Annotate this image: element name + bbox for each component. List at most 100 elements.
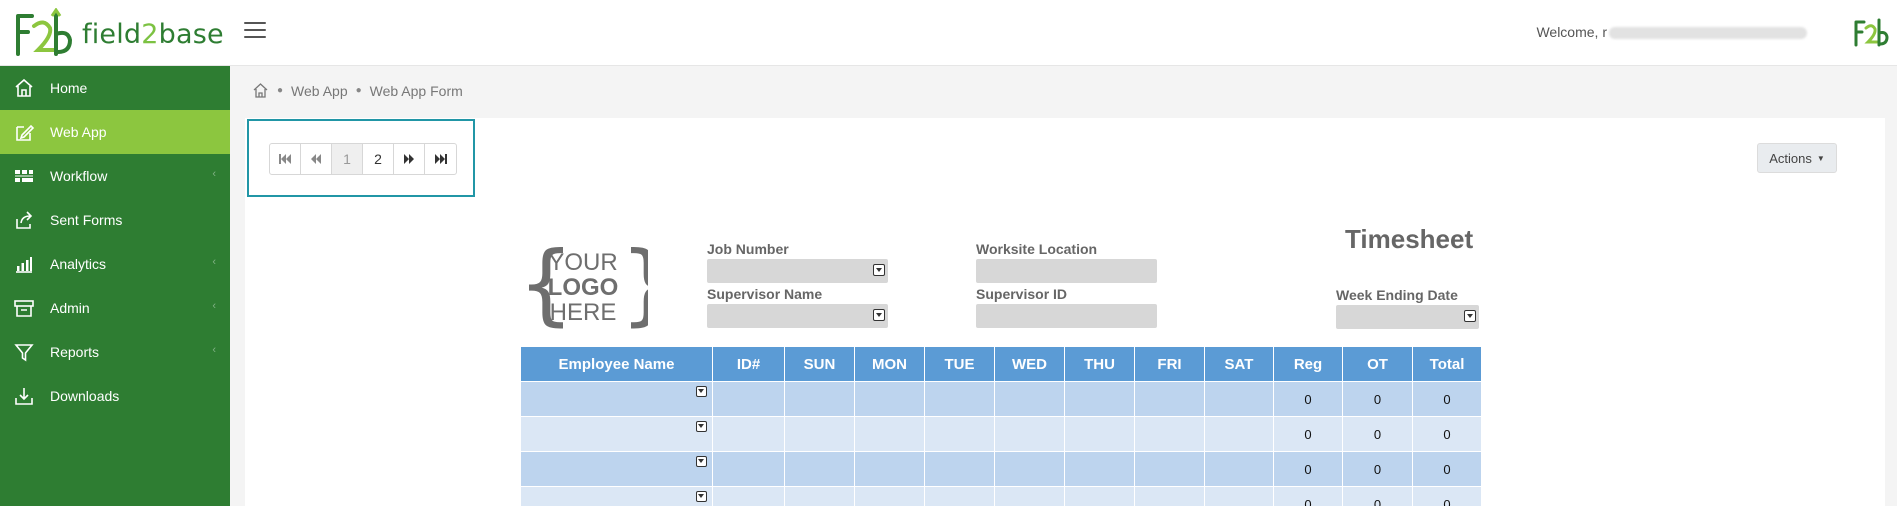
chevron-left-icon: ‹ [212,168,216,180]
workflow-icon [15,170,33,182]
worksite-location-label: Worksite Location [976,241,1098,257]
table-cell[interactable] [1065,417,1135,451]
previous-page-button[interactable] [301,144,332,174]
sidebar: Home Web App Workflow ‹ Sent Forms Analy… [0,66,230,506]
skip-last-icon [434,154,447,164]
supervisor-name-select[interactable] [707,304,888,328]
table-cell[interactable] [1205,417,1274,451]
caret-down-icon: ▼ [1816,153,1825,163]
cell-value: 0 [1443,461,1451,477]
actions-dropdown-button[interactable]: Actions ▼ [1757,143,1837,173]
column-header: Employee Name [521,347,713,381]
breadcrumb-web-app[interactable]: Web App [291,83,348,99]
brand-logo[interactable]: field2base [14,8,224,60]
week-ending-date-select[interactable] [1336,305,1479,329]
table-cell[interactable] [1135,382,1205,416]
table-cell[interactable] [713,382,785,416]
dropdown-arrow-icon [873,309,885,321]
table-cell[interactable] [1065,452,1135,486]
table-cell: 0 [1413,382,1482,416]
table-cell[interactable] [1135,417,1205,451]
table-cell[interactable] [785,487,855,506]
home-icon[interactable] [252,82,269,99]
skip-first-icon [279,154,291,164]
chevron-left-icon: ‹ [212,256,216,268]
f2b-logo-icon [16,8,73,56]
table-cell[interactable] [925,452,995,486]
worksite-location-input[interactable] [976,259,1157,283]
table-cell[interactable] [925,382,995,416]
dropdown-arrow-icon [696,456,707,467]
sidebar-item-analytics[interactable]: Analytics ‹ [0,242,230,286]
table-cell[interactable] [925,487,995,506]
table-cell[interactable] [713,487,785,506]
svg-text:}: } [620,240,648,332]
table-cell[interactable] [713,452,785,486]
logo-placeholder: { } YOUR LOGO HERE [518,240,648,332]
sidebar-item-downloads[interactable]: Downloads [0,374,230,418]
page-button-1[interactable]: 1 [332,144,363,174]
fast-forward-icon [404,154,414,164]
sidebar-item-web-app[interactable]: Web App [0,110,230,154]
table-cell[interactable] [1205,452,1274,486]
sidebar-item-label: Home [50,80,88,96]
table-cell[interactable] [1205,382,1274,416]
employee-name-select[interactable] [521,417,713,451]
column-header: SAT [1205,347,1274,381]
breadcrumb-separator: ● [277,85,284,96]
sidebar-item-sent-forms[interactable]: Sent Forms [0,198,230,242]
brand-name: field2base [82,18,224,50]
redacted-username [1609,27,1807,40]
cell-value: 0 [1304,496,1312,506]
job-number-select[interactable] [707,259,888,283]
table-cell[interactable] [785,382,855,416]
table-cell[interactable] [995,452,1065,486]
table-cell[interactable] [995,417,1065,451]
supervisor-id-label: Supervisor ID [976,286,1068,302]
employee-name-select[interactable] [521,382,713,416]
table-cell[interactable] [713,417,785,451]
first-page-button[interactable] [270,144,301,174]
table-cell[interactable] [925,417,995,451]
home-icon [15,78,33,97]
breadcrumb-separator: ● [355,85,362,96]
supervisor-id-input[interactable] [976,304,1157,328]
hamburger-menu-icon[interactable] [244,22,266,42]
table-cell: 0 [1343,487,1413,506]
sidebar-item-label: Downloads [50,388,120,404]
job-number-label: Job Number [707,241,789,257]
table-cell: 0 [1343,382,1413,416]
cell-value: 0 [1304,461,1312,477]
page-button-2[interactable]: 2 [363,144,394,174]
table-header-row: Employee Name ID# SUN MON TUE WED THU FRI SAT Reg… [521,347,1482,381]
edit-icon [16,124,35,141]
next-page-button[interactable] [394,144,425,174]
cell-value: 0 [1373,496,1382,506]
employee-name-select[interactable] [521,452,713,486]
sidebar-item-admin[interactable]: Admin ‹ [0,286,230,330]
column-header: WED [995,347,1065,381]
table-cell[interactable] [1135,452,1205,486]
table-cell[interactable] [855,417,925,451]
table-cell[interactable] [1135,487,1205,506]
week-ending-date-label: Week Ending Date [1336,287,1458,303]
sidebar-item-reports[interactable]: Reports ‹ [0,330,230,374]
table-cell[interactable] [1065,382,1135,416]
table-cell[interactable] [995,382,1065,416]
table-cell[interactable] [785,452,855,486]
table-cell[interactable] [995,487,1065,506]
last-page-button[interactable] [425,144,456,174]
table-cell[interactable] [855,487,925,506]
sidebar-item-workflow[interactable]: Workflow ‹ [0,154,230,198]
table-cell[interactable] [855,452,925,486]
table-cell[interactable] [1205,487,1274,506]
employee-name-select[interactable] [521,487,713,506]
sidebar-item-home[interactable]: Home [0,66,230,110]
cell-value: 0 [1373,391,1382,407]
table-cell[interactable] [855,382,925,416]
table-cell: 0 [1413,487,1482,506]
bar-chart-icon [16,257,32,273]
table-cell[interactable] [1065,487,1135,506]
table-cell[interactable] [785,417,855,451]
f2b-mark-icon[interactable] [1853,17,1889,49]
